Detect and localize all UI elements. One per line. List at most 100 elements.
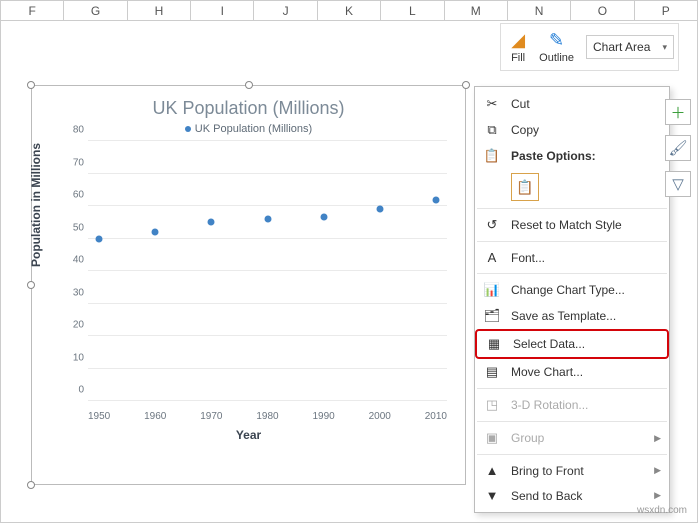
fill-icon: ◢ [511,30,525,51]
y-axis-ticks: 0 10 20 30 40 50 60 70 80 [58,141,84,401]
chart-filters-button[interactable]: ▽ [665,171,691,197]
menu-label: Change Chart Type... [511,283,625,297]
menu-label: Reset to Match Style [511,218,622,232]
x-tick: 1970 [200,411,222,422]
outline-label: Outline [539,52,574,64]
chart-legend[interactable]: UK Population (Millions) [32,123,465,135]
send-back-icon: ▼ [483,488,501,503]
menu-label: Font... [511,251,545,265]
resize-handle[interactable] [27,481,35,489]
col-header[interactable]: F [1,1,64,20]
menu-label: Save as Template... [511,309,616,323]
menu-label: Send to Back [511,489,582,503]
col-header[interactable]: N [508,1,571,20]
y-axis-title[interactable]: Population in Millions [29,125,43,285]
y-tick: 0 [78,385,84,396]
menu-save-template[interactable]: 🗂 Save as Template... [475,303,669,329]
fill-label: Fill [511,52,525,64]
paste-icon: 📋 [483,148,501,164]
menu-label: Move Chart... [511,365,583,379]
x-tick: 1980 [256,411,278,422]
col-header[interactable]: K [318,1,381,20]
rotation-icon: ◳ [483,397,501,413]
x-tick: 1950 [88,411,110,422]
menu-label: Select Data... [513,337,585,351]
col-header[interactable]: P [635,1,697,20]
menu-font[interactable]: A Font... [475,245,669,270]
menu-3d-rotation: ◳ 3-D Rotation... [475,392,669,418]
format-toolbar: ◢ Fill ✎ Outline Chart Area ▾ [500,23,679,71]
chart-area-selector[interactable]: Chart Area ▾ [586,35,674,59]
chart-object[interactable]: UK Population (Millions) UK Population (… [31,85,466,485]
col-header[interactable]: O [571,1,634,20]
data-point[interactable] [208,219,215,226]
column-header-row: F G H I J K L M N O P [1,1,697,21]
x-axis-ticks: 1950 1960 1970 1980 1990 2000 2010 [88,411,447,422]
chart-styles-button[interactable]: 🖌 [665,135,691,161]
menu-move-chart[interactable]: ▤ Move Chart... [475,359,669,385]
menu-label: Cut [511,97,530,111]
resize-handle[interactable] [462,81,470,89]
data-point[interactable] [95,235,102,242]
outline-icon: ✎ [549,30,564,51]
y-tick: 40 [73,255,84,266]
menu-select-data[interactable]: ▦ Select Data... [475,329,669,359]
resize-handle[interactable] [245,81,253,89]
context-menu: ✂ Cut ⧉ Copy 📋 Paste Options: 📋 ↺ Reset … [474,86,670,513]
col-header[interactable]: J [254,1,317,20]
reset-icon: ↺ [483,217,501,233]
col-header[interactable]: G [64,1,127,20]
y-tick: 80 [73,125,84,136]
col-header[interactable]: L [381,1,444,20]
menu-copy[interactable]: ⧉ Copy [475,117,669,143]
chart-type-icon: 📊 [483,282,501,298]
x-tick: 2000 [369,411,391,422]
x-tick: 1960 [144,411,166,422]
select-data-icon: ▦ [485,336,503,352]
col-header[interactable]: H [128,1,191,20]
watermark: wsxdn.com [637,505,687,516]
y-tick: 60 [73,190,84,201]
menu-label: Bring to Front [511,464,584,478]
menu-label: Paste Options: [511,149,596,163]
y-tick: 10 [73,352,84,363]
data-point[interactable] [264,216,271,223]
move-chart-icon: ▤ [483,364,501,380]
plot-area[interactable]: 0 10 20 30 40 50 60 70 80 [88,141,447,401]
col-header[interactable]: I [191,1,254,20]
paste-option-button[interactable]: 📋 [511,173,539,201]
x-tick: 2010 [425,411,447,422]
fill-button[interactable]: ◢ Fill [505,28,531,66]
y-tick: 20 [73,320,84,331]
menu-paste-options: 📋 Paste Options: [475,143,669,169]
menu-group: ▣ Group ▶ [475,425,669,451]
menu-reset-style[interactable]: ↺ Reset to Match Style [475,212,669,238]
chart-elements-button[interactable]: ＋ [665,99,691,125]
menu-bring-to-front[interactable]: ▲ Bring to Front ▶ [475,458,669,483]
data-point[interactable] [320,214,327,221]
menu-cut[interactable]: ✂ Cut [475,91,669,117]
x-tick: 1990 [313,411,335,422]
col-header[interactable]: M [445,1,508,20]
chart-title[interactable]: UK Population (Millions) [32,98,465,119]
chart-area-label: Chart Area [593,40,650,54]
resize-handle[interactable] [27,81,35,89]
outline-button[interactable]: ✎ Outline [533,28,580,66]
chevron-right-icon: ▶ [654,465,661,476]
data-point[interactable] [376,206,383,213]
copy-icon: ⧉ [483,122,501,138]
x-axis-title[interactable]: Year [32,428,465,442]
cut-icon: ✂ [483,96,501,112]
template-icon: 🗂 [483,308,501,324]
chevron-down-icon: ▾ [662,42,667,53]
menu-label: Copy [511,123,539,137]
menu-label: Group [511,431,544,445]
menu-change-chart-type[interactable]: 📊 Change Chart Type... [475,277,669,303]
data-point[interactable] [433,196,440,203]
y-tick: 50 [73,222,84,233]
bring-front-icon: ▲ [483,463,501,478]
data-point[interactable] [152,229,159,236]
chevron-right-icon: ▶ [654,433,661,444]
legend-label: UK Population (Millions) [195,123,312,135]
y-tick: 30 [73,287,84,298]
